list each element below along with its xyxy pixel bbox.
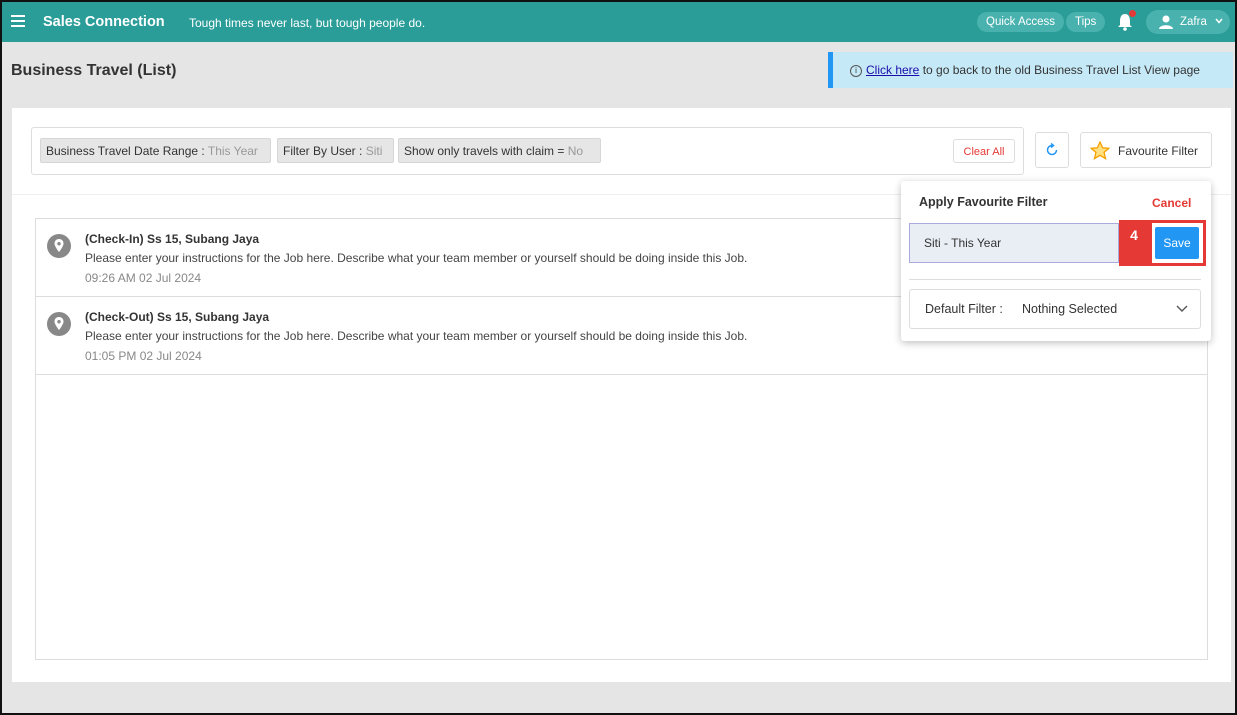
banner-text: to go back to the old Business Travel Li… [919, 63, 1200, 77]
default-filter-label: Default Filter : [925, 302, 1003, 316]
save-highlight-outline: Save [1149, 220, 1206, 266]
old-view-link[interactable]: Click here [866, 63, 919, 77]
user-icon [1159, 15, 1173, 29]
travel-title: (Check-In) Ss 15, Subang Jaya [85, 232, 260, 246]
chevron-down-icon [1176, 305, 1188, 312]
menu-icon[interactable] [11, 15, 25, 27]
user-menu[interactable]: Zafra [1146, 10, 1230, 34]
tips-button[interactable]: Tips [1066, 12, 1106, 32]
user-name: Zafra [1180, 16, 1207, 28]
travel-time: 01:05 PM 02 Jul 2024 [85, 349, 202, 363]
page-title: Business Travel (List) [11, 62, 177, 79]
favourite-name-input[interactable] [909, 223, 1119, 263]
info-icon: i [850, 64, 862, 77]
refresh-button[interactable] [1035, 132, 1069, 168]
favourite-filter-popover: Apply Favourite Filter Cancel 4 Save Def… [901, 181, 1211, 341]
filter-chip-user[interactable]: Filter By User : Siti [277, 138, 394, 163]
filter-chip-claim[interactable]: Show only travels with claim = No [398, 138, 601, 163]
clear-all-button[interactable]: Clear All [953, 139, 1015, 163]
favourite-filter-button[interactable]: Favourite Filter [1080, 132, 1212, 168]
top-navbar: Sales Connection Tough times never last,… [2, 2, 1235, 42]
step-badge: 4 [1119, 220, 1149, 266]
old-view-banner: i Click here to go back to the old Busine… [828, 52, 1233, 88]
cancel-button[interactable]: Cancel [1152, 196, 1191, 210]
quick-access-button[interactable]: Quick Access [977, 12, 1065, 32]
popover-title: Apply Favourite Filter [919, 195, 1048, 209]
save-highlight: 4 Save [1119, 220, 1206, 266]
travel-title: (Check-Out) Ss 15, Subang Jaya [85, 310, 270, 324]
notification-dot [1129, 10, 1136, 17]
travel-description: Please enter your instructions for the J… [85, 251, 748, 265]
app-window: Sales Connection Tough times never last,… [0, 0, 1237, 715]
default-filter-value: Nothing Selected [1022, 302, 1118, 316]
app-brand[interactable]: Sales Connection [43, 14, 165, 30]
popover-divider [909, 279, 1201, 280]
favourite-filter-label: Favourite Filter [1118, 144, 1199, 158]
travel-description: Please enter your instructions for the J… [85, 329, 748, 343]
map-pin-icon [47, 312, 71, 336]
map-pin-icon [47, 234, 71, 258]
star-icon [1090, 141, 1110, 160]
chevron-down-icon [1215, 18, 1223, 24]
default-filter-select[interactable]: Default Filter : Nothing Selected [909, 289, 1201, 329]
app-tagline: Tough times never last, but tough people… [189, 16, 426, 30]
save-button[interactable]: Save [1155, 227, 1199, 259]
travel-time: 09:26 AM 02 Jul 2024 [85, 271, 202, 285]
filter-bar: Business Travel Date Range : This Year F… [31, 127, 1024, 175]
filter-chip-date-range[interactable]: Business Travel Date Range : This Year [40, 138, 271, 163]
refresh-icon [1046, 142, 1058, 156]
